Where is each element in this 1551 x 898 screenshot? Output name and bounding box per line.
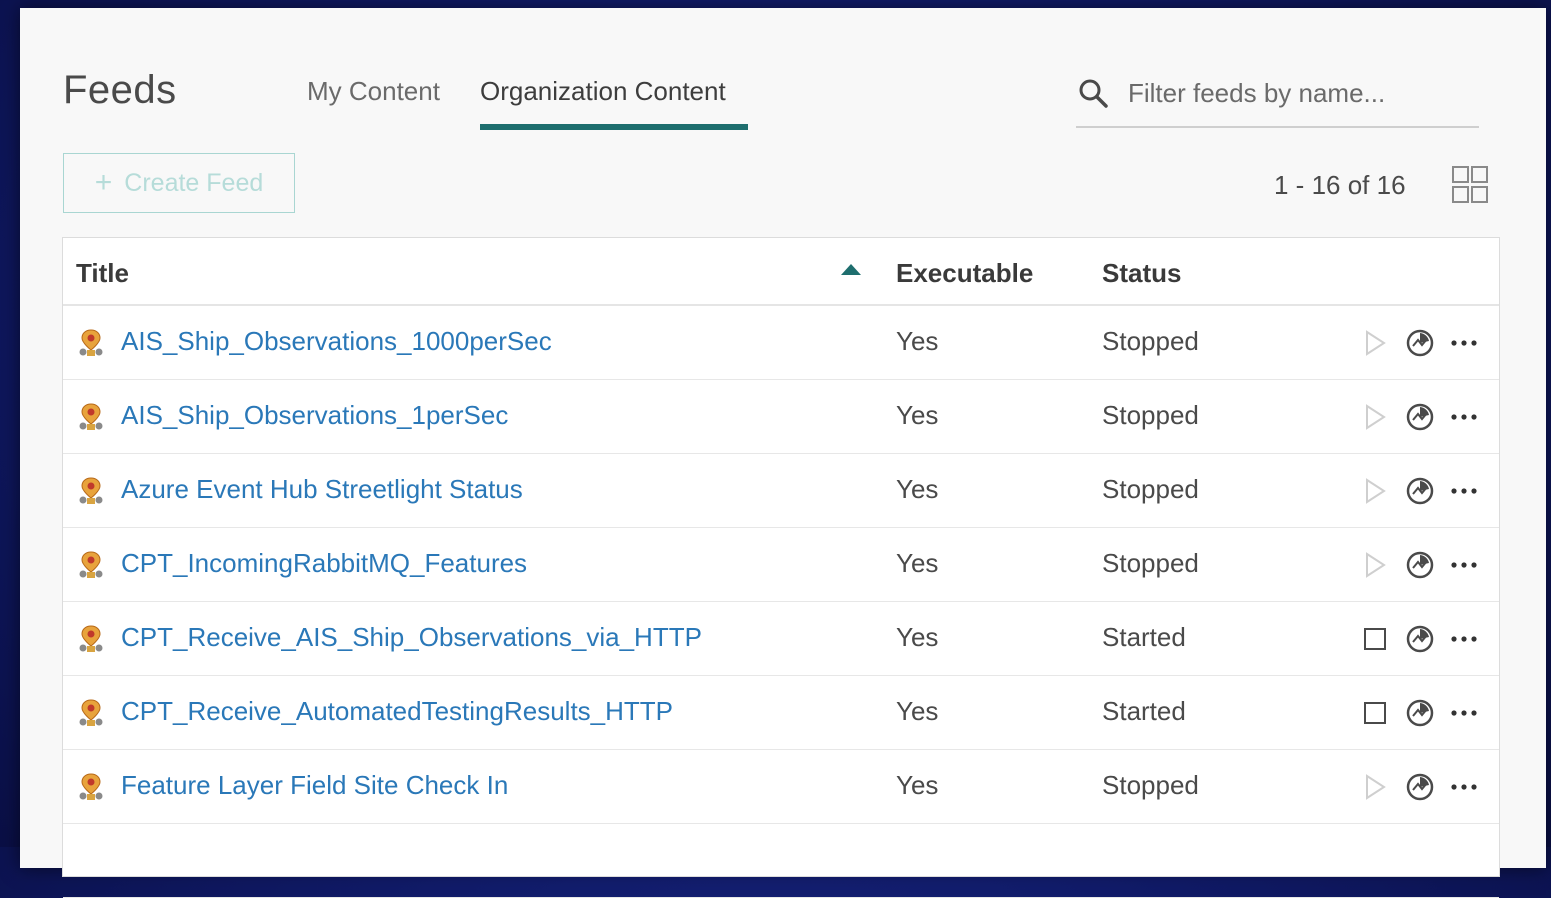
table-row: CPT_IncomingRabbitMQ_Features Yes Stoppe… [63,528,1499,602]
play-icon[interactable] [1363,478,1387,504]
feeds-panel: Feeds My Content Organization Content + … [20,8,1546,898]
executable-cell: Yes [896,326,939,356]
status-cell: Stopped [1102,326,1199,356]
stop-icon[interactable] [1363,700,1387,726]
stop-icon[interactable] [1363,626,1387,652]
table-row: Azure Event Hub Streetlight Status Yes S… [63,454,1499,528]
table-row: AIS_Ship_Observations_1perSec Yes Stoppe… [63,380,1499,454]
feed-icon [79,773,103,800]
executable-cell: Yes [896,696,939,726]
monitor-icon[interactable] [1405,476,1437,506]
feed-icon [79,477,103,504]
feed-title-link[interactable]: AIS_Ship_Observations_1perSec [121,400,508,431]
feed-icon [79,403,103,430]
play-icon[interactable] [1363,774,1387,800]
search-box [1076,70,1479,128]
more-options-icon[interactable] [1449,700,1479,726]
monitor-icon[interactable] [1405,402,1437,432]
status-cell: Stopped [1102,400,1199,430]
active-tab-indicator [480,124,748,130]
status-cell: Started [1102,622,1186,652]
feed-title-link[interactable]: Feature Layer Field Site Check In [121,770,508,801]
status-cell: Stopped [1102,548,1199,578]
play-icon[interactable] [1363,552,1387,578]
table-row: CPT_Receive_AutomatedTestingResults_HTTP… [63,676,1499,750]
executable-cell: Yes [896,474,939,504]
monitor-icon[interactable] [1405,772,1437,802]
feed-title-link[interactable]: Azure Event Hub Streetlight Status [121,474,523,505]
monitor-icon[interactable] [1405,550,1437,580]
status-cell: Stopped [1102,770,1199,800]
search-input[interactable] [1126,74,1470,112]
monitor-icon[interactable] [1405,328,1437,358]
more-options-icon[interactable] [1449,774,1479,800]
executable-cell: Yes [896,400,939,430]
column-header-executable[interactable]: Executable [896,258,1033,289]
plus-icon: + [94,166,113,199]
play-icon[interactable] [1363,404,1387,430]
table-row: AIS_Ship_Observations_1000perSec Yes Sto… [63,306,1499,380]
executable-cell: Yes [896,622,939,652]
more-options-icon[interactable] [1449,552,1479,578]
more-options-icon[interactable] [1449,478,1479,504]
table-row: Feature Layer Field Site Check In Yes St… [63,750,1499,824]
more-options-icon[interactable] [1449,404,1479,430]
result-count: 1 - 16 of 16 [1274,170,1406,200]
column-header-status[interactable]: Status [1102,258,1181,289]
search-icon [1079,79,1108,108]
table-row [63,824,1499,898]
status-cell: Stopped [1102,474,1199,504]
more-options-icon[interactable] [1449,330,1479,356]
column-header-title[interactable]: Title [76,258,129,289]
feed-icon [79,551,103,578]
create-feed-button[interactable]: + Create Feed [63,153,295,213]
feeds-table: Title Executable Status AIS_Ship_Observa… [62,237,1500,898]
create-feed-label: Create Feed [124,168,264,197]
feed-title-link[interactable]: CPT_Receive_AutomatedTestingResults_HTTP [121,696,673,727]
feed-title-link[interactable]: CPT_Receive_AIS_Ship_Observations_via_HT… [121,622,702,653]
monitor-icon[interactable] [1405,698,1437,728]
table-row: CPT_Receive_AIS_Ship_Observations_via_HT… [63,602,1499,676]
executable-cell: Yes [896,770,939,800]
feed-icon [79,699,103,726]
play-icon[interactable] [1363,330,1387,356]
tab-my-content[interactable]: My Content [307,76,440,107]
table-header: Title Executable Status [63,238,1499,306]
tab-organization-content[interactable]: Organization Content [480,76,726,107]
feed-icon [79,625,103,652]
executable-cell: Yes [896,548,939,578]
grid-view-icon[interactable] [1452,166,1488,204]
monitor-icon[interactable] [1405,624,1437,654]
feed-title-link[interactable]: AIS_Ship_Observations_1000perSec [121,326,552,357]
status-cell: Started [1102,696,1186,726]
feed-title-link[interactable]: CPT_IncomingRabbitMQ_Features [121,548,527,579]
sort-ascending-icon[interactable] [841,264,861,276]
more-options-icon[interactable] [1449,626,1479,652]
table-body: AIS_Ship_Observations_1000perSec Yes Sto… [63,306,1499,898]
feed-icon [79,329,103,356]
page-title: Feeds [63,68,177,112]
